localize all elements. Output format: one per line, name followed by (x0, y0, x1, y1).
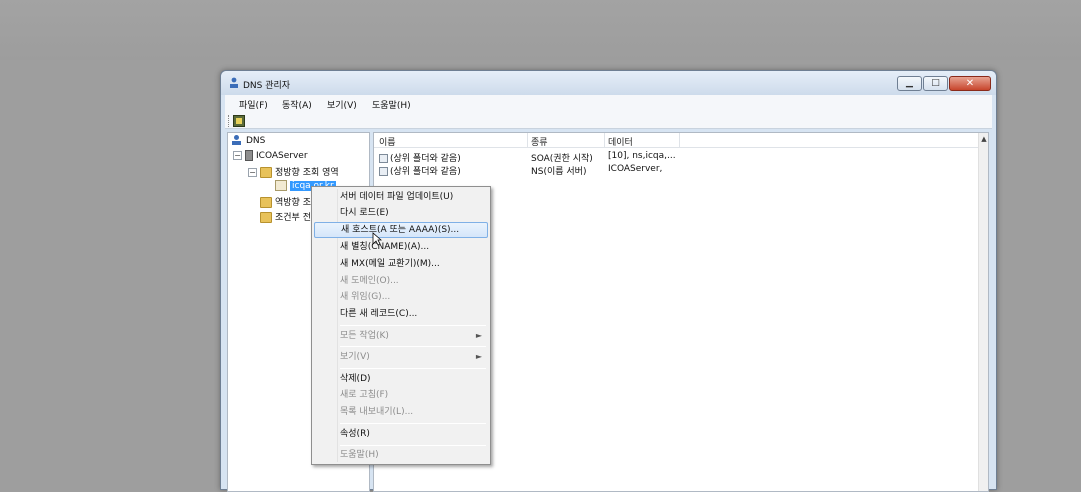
menu-item-label: 새 MX(메일 교환기)(M)... (340, 259, 440, 269)
server-icon (245, 150, 253, 161)
menu-item-label: 새 위임(G)... (340, 292, 391, 302)
menu-bar: 파일(F) 동작(A) 보기(V) 도움말(H) (225, 95, 992, 113)
close-button[interactable]: ✕ (949, 76, 991, 91)
menu-item-label: 보기(V) (340, 352, 370, 362)
tree-item-conditional[interactable]: 조건부 전 (260, 210, 311, 224)
menu-help[interactable]: 도움말(H) (372, 98, 411, 111)
menu-item-label: 서버 데이터 파일 업데이트(U) (340, 192, 454, 202)
menu-item-help[interactable]: 도움말(H) (314, 447, 488, 463)
menu-item-label: 새 도메인(O)... (340, 276, 399, 286)
menu-item-label: 새로 고침(F) (340, 390, 389, 400)
menu-item-label: 도움말(H) (340, 450, 379, 460)
tree-item-dns[interactable]: DNS (231, 135, 265, 149)
minimize-button[interactable]: ▁ (897, 76, 922, 91)
column-divider[interactable] (679, 133, 680, 148)
folder-icon (260, 212, 272, 223)
menu-item-properties[interactable]: 속성(R) (314, 426, 488, 442)
title-bar[interactable]: DNS 관리자 ▁ □ ✕ (221, 71, 996, 95)
vertical-scrollbar[interactable]: ▲ (978, 133, 988, 491)
dns-icon (230, 77, 238, 88)
minimize-icon: ▁ (906, 78, 913, 88)
menu-separator (340, 368, 486, 369)
toolbar-grip (228, 115, 230, 127)
window-title: DNS 관리자 (243, 81, 291, 91)
list-header: 이름 종류 데이터 (374, 133, 978, 148)
menu-item-new-host[interactable]: 새 호스트(A 또는 AAAA)(S)... (314, 222, 488, 238)
menu-item-label: 다시 로드(E) (340, 208, 389, 218)
menu-separator (340, 445, 486, 446)
column-divider[interactable] (604, 133, 605, 148)
menu-item-label: 새 별칭(CNAME)(A)... (340, 242, 430, 252)
menu-item-label: 모든 작업(K) (340, 331, 389, 341)
menu-action[interactable]: 동작(A) (282, 98, 312, 111)
record-icon (379, 154, 388, 163)
toolbar (225, 113, 992, 129)
record-data: ICOAServer, (608, 164, 663, 174)
column-type[interactable]: 종류 (531, 135, 548, 148)
menu-item-delete[interactable]: 삭제(D) (314, 371, 488, 387)
column-divider[interactable] (527, 133, 528, 148)
tree-label-dns: DNS (246, 136, 266, 146)
dns-icon (231, 135, 243, 146)
menu-item-new-delegation[interactable]: 새 위임(G)... (314, 289, 488, 305)
submenu-arrow-icon: ► (475, 352, 482, 361)
console-icon[interactable] (233, 115, 245, 127)
scroll-up-icon[interactable]: ▲ (979, 135, 989, 143)
submenu-arrow-icon: ► (475, 331, 482, 340)
menu-item-update-server-data-file[interactable]: 서버 데이터 파일 업데이트(U) (314, 189, 488, 205)
menu-item-new-mx[interactable]: 새 MX(메일 교환기)(M)... (314, 256, 488, 272)
menu-item-label: 속성(R) (340, 429, 370, 439)
record-icon (379, 167, 388, 176)
tree-label-server: ICOAServer (256, 151, 308, 161)
desktop-background (0, 0, 1081, 60)
table-row[interactable]: (상위 폴더와 같음) NS(이름 서버) ICOAServer, (374, 163, 978, 177)
tree-item-forward-zones[interactable]: − 정방향 조회 영역 (248, 165, 339, 179)
menu-item-other-new-records[interactable]: 다른 새 레코드(C)... (314, 306, 488, 322)
menu-item-label: 새 호스트(A 또는 AAAA)(S)... (341, 225, 460, 235)
context-menu: 서버 데이터 파일 업데이트(U) 다시 로드(E) 새 호스트(A 또는 AA… (311, 186, 491, 465)
menu-item-new-alias[interactable]: 새 별칭(CNAME)(A)... (314, 239, 488, 255)
table-row[interactable]: (상위 폴더와 같음) SOA(권한 시작) [10], ns,icqa,... (374, 150, 978, 164)
menu-view[interactable]: 보기(V) (327, 98, 357, 111)
tree-label-reverse-zones: 역방향 조 (275, 198, 311, 208)
menu-item-label: 목록 내보내기(L)... (340, 407, 414, 417)
record-data: [10], ns,icqa,... (608, 151, 676, 161)
close-icon: ✕ (965, 78, 975, 89)
tree-label-conditional: 조건부 전 (275, 213, 311, 223)
menu-item-new-domain[interactable]: 새 도메인(O)... (314, 273, 488, 289)
menu-item-label: 삭제(D) (340, 374, 371, 384)
menu-item-refresh[interactable]: 새로 고침(F) (314, 387, 488, 403)
zone-icon (275, 180, 287, 191)
folder-icon (260, 197, 272, 208)
column-data[interactable]: 데이터 (608, 135, 633, 148)
menu-file[interactable]: 파일(F) (239, 98, 268, 111)
tree-item-server[interactable]: − ICOAServer (233, 150, 308, 164)
record-name-cell: (상위 폴더와 같음) (379, 164, 461, 177)
collapse-icon[interactable]: − (233, 151, 242, 160)
menu-item-label: 다른 새 레코드(C)... (340, 309, 418, 319)
menu-item-reload[interactable]: 다시 로드(E) (314, 205, 488, 221)
maximize-button[interactable]: □ (923, 76, 948, 91)
menu-item-view[interactable]: 보기(V) ► (314, 349, 488, 365)
record-type: NS(이름 서버) (531, 167, 587, 177)
tree-label-forward-zones: 정방향 조회 영역 (275, 168, 339, 178)
folder-icon (260, 167, 272, 178)
collapse-icon[interactable]: − (248, 168, 257, 177)
window-controls: ▁ □ ✕ (896, 76, 991, 91)
menu-separator (340, 346, 486, 347)
record-name: (상위 폴더와 같음) (390, 167, 461, 177)
menu-item-all-tasks[interactable]: 모든 작업(K) ► (314, 328, 488, 344)
tree-item-reverse-zones[interactable]: 역방향 조 (260, 195, 311, 209)
mouse-cursor-icon (372, 232, 382, 246)
menu-separator (340, 325, 486, 326)
menu-separator (340, 423, 486, 424)
menu-item-export-list[interactable]: 목록 내보내기(L)... (314, 404, 488, 420)
column-name[interactable]: 이름 (379, 135, 396, 148)
maximize-icon: □ (931, 78, 940, 88)
